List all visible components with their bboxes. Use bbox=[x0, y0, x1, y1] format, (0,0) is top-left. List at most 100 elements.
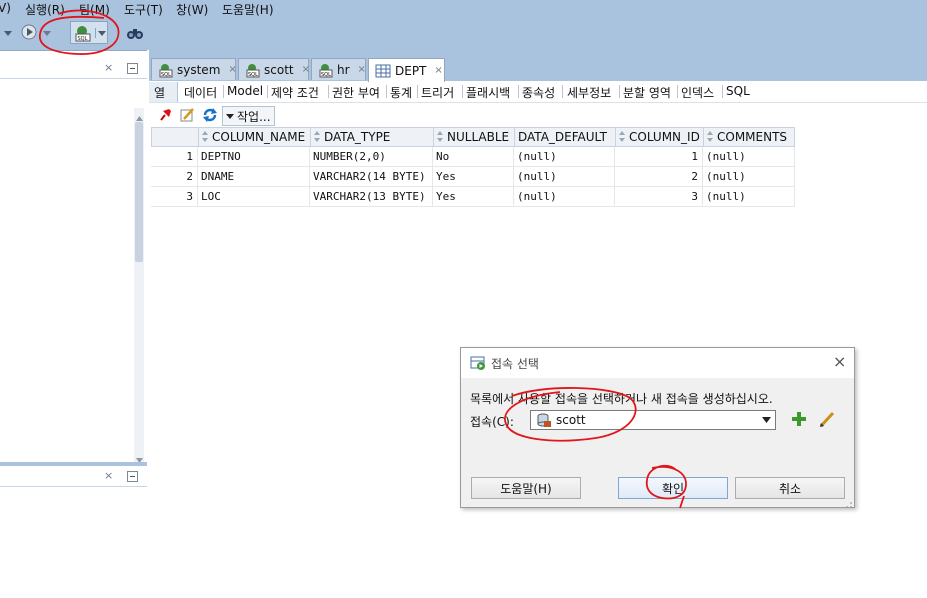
edit-icon[interactable] bbox=[179, 107, 195, 126]
run-icon[interactable] bbox=[20, 23, 38, 41]
table-cell[interactable]: (null) bbox=[703, 167, 795, 187]
subtab-grants[interactable]: 권한 부여 bbox=[332, 84, 380, 101]
sql-worksheet-icon: SQL bbox=[73, 24, 93, 42]
dialog-titlebar: 접속 선택 × bbox=[461, 348, 854, 378]
table-cell[interactable]: (null) bbox=[703, 147, 795, 167]
resize-grip-icon[interactable] bbox=[845, 498, 853, 512]
column-header-label: COMMENTS bbox=[717, 130, 788, 144]
table-cell[interactable]: 3 bbox=[615, 187, 703, 207]
close-icon[interactable]: × bbox=[434, 65, 442, 76]
menu-partial[interactable]: V) bbox=[0, 1, 11, 15]
menu-run[interactable]: 실행(R) bbox=[25, 1, 65, 18]
minimize-icon[interactable] bbox=[127, 63, 138, 74]
subtab-separator bbox=[722, 85, 723, 98]
column-header[interactable]: COMMENTS bbox=[703, 127, 795, 147]
sort-icon bbox=[619, 131, 626, 143]
table-cell[interactable]: VARCHAR2(13 BYTE) bbox=[310, 187, 433, 207]
row-number[interactable]: 1 bbox=[151, 147, 198, 167]
table-cell[interactable]: 2 bbox=[615, 167, 703, 187]
menu-tools[interactable]: 도구(T) bbox=[124, 1, 163, 18]
column-header[interactable]: COLUMN_NAME bbox=[198, 127, 311, 147]
minimize-icon[interactable] bbox=[127, 471, 138, 482]
subtab-separator bbox=[619, 85, 620, 98]
table-cell[interactable]: DEPTNO bbox=[198, 147, 310, 167]
menu-team[interactable]: 팀(M) bbox=[79, 1, 110, 18]
tab-hr[interactable]: SQL hr × bbox=[311, 58, 366, 80]
close-icon[interactable]: × bbox=[358, 64, 366, 75]
column-header[interactable]: NULLABLE bbox=[433, 127, 515, 147]
subtab-model[interactable]: Model bbox=[227, 84, 263, 98]
dropdown-arrow-icon[interactable] bbox=[2, 26, 14, 40]
left-top-panel: × bbox=[0, 58, 148, 463]
subtab-data[interactable]: 데이터 bbox=[184, 84, 217, 101]
tab-label: system bbox=[177, 62, 221, 77]
connection-select[interactable]: scott bbox=[530, 410, 776, 430]
table-icon bbox=[375, 64, 391, 78]
table-cell[interactable]: (null) bbox=[514, 167, 615, 187]
close-icon[interactable]: × bbox=[833, 352, 846, 371]
table-cell[interactable]: LOC bbox=[198, 187, 310, 207]
ok-button[interactable]: 확인 bbox=[618, 477, 728, 499]
actions-dropdown[interactable]: 작업... bbox=[222, 106, 275, 126]
tab-label: DEPT bbox=[395, 63, 427, 78]
subtab-triggers[interactable]: 트리거 bbox=[421, 84, 454, 101]
subtab-indexes[interactable]: 인덱스 bbox=[681, 84, 714, 101]
subtab-columns[interactable]: 열 bbox=[154, 84, 165, 101]
subtab-sql[interactable]: SQL bbox=[726, 84, 750, 98]
svg-text:SQL: SQL bbox=[77, 36, 87, 42]
table-cell[interactable]: Yes bbox=[433, 167, 514, 187]
pin-icon[interactable] bbox=[157, 107, 173, 126]
row-number[interactable]: 2 bbox=[151, 167, 198, 187]
tab-label: hr bbox=[337, 62, 350, 77]
table-cell[interactable]: (null) bbox=[514, 187, 615, 207]
close-icon[interactable]: × bbox=[104, 469, 113, 482]
subtab-partitions[interactable]: 분할 영역 bbox=[623, 84, 671, 101]
table-cell[interactable]: (null) bbox=[514, 147, 615, 167]
table-cell[interactable]: NUMBER(2,0) bbox=[310, 147, 433, 167]
tab-dept[interactable]: DEPT × bbox=[368, 58, 445, 82]
subtab-statistics[interactable]: 통계 bbox=[390, 84, 412, 101]
columns-grid: COLUMN_NAME DATA_TYPE NULLABLE DATA_DEFA… bbox=[151, 127, 795, 209]
menu-help[interactable]: 도움말(H) bbox=[222, 1, 274, 18]
scrollbar-thumb[interactable] bbox=[135, 122, 143, 262]
subtab-dependencies[interactable]: 종속성 bbox=[522, 84, 555, 101]
menu-window[interactable]: 창(W) bbox=[176, 1, 208, 18]
dialog-message: 목록에서 사용할 접속을 선택하거나 새 접속을 생성하십시오. bbox=[470, 392, 773, 406]
binoculars-icon[interactable] bbox=[125, 24, 145, 42]
toolbar: SQL bbox=[0, 18, 927, 51]
select-connection-dialog: 접속 선택 × 목록에서 사용할 접속을 선택하거나 새 접속을 생성하십시오.… bbox=[460, 347, 855, 508]
scrollbar[interactable] bbox=[134, 108, 144, 462]
column-header[interactable]: DATA_DEFAULT bbox=[514, 127, 616, 147]
tab-scott[interactable]: SQL scott × bbox=[238, 58, 310, 80]
subtab-separator bbox=[518, 85, 519, 98]
subtab-details[interactable]: 세부정보 bbox=[567, 84, 611, 101]
subtab-constraints[interactable]: 제약 조건 bbox=[271, 84, 319, 101]
close-icon[interactable]: × bbox=[302, 64, 310, 75]
close-icon[interactable]: × bbox=[228, 64, 236, 75]
refresh-icon[interactable] bbox=[201, 106, 219, 127]
help-button[interactable]: 도움말(H) bbox=[471, 477, 581, 499]
table-cell[interactable]: Yes bbox=[433, 187, 514, 207]
tab-system[interactable]: SQL system × bbox=[151, 58, 237, 80]
scroll-up-icon[interactable] bbox=[136, 110, 143, 124]
chevron-down-icon[interactable] bbox=[41, 26, 53, 40]
sort-icon bbox=[314, 131, 321, 143]
sql-worksheet-button[interactable]: SQL bbox=[70, 21, 108, 44]
add-connection-icon[interactable] bbox=[790, 410, 808, 431]
subtab-separator bbox=[223, 85, 224, 98]
chevron-down-icon[interactable] bbox=[94, 27, 106, 38]
cancel-button[interactable]: 취소 bbox=[735, 477, 845, 499]
table-cell[interactable]: DNAME bbox=[198, 167, 310, 187]
subtab-flashback[interactable]: 플래시백 bbox=[466, 84, 510, 101]
edit-connection-icon[interactable] bbox=[818, 410, 836, 431]
column-header[interactable]: COLUMN_ID bbox=[615, 127, 704, 147]
row-number[interactable]: 3 bbox=[151, 187, 198, 207]
close-icon[interactable]: × bbox=[104, 61, 113, 74]
database-icon bbox=[536, 412, 552, 428]
table-cell[interactable]: (null) bbox=[703, 187, 795, 207]
table-cell[interactable]: No bbox=[433, 147, 514, 167]
table-cell[interactable]: 1 bbox=[615, 147, 703, 167]
left-bottom-panel-header: × bbox=[0, 466, 147, 487]
table-cell[interactable]: VARCHAR2(14 BYTE) bbox=[310, 167, 433, 187]
column-header[interactable]: DATA_TYPE bbox=[310, 127, 434, 147]
